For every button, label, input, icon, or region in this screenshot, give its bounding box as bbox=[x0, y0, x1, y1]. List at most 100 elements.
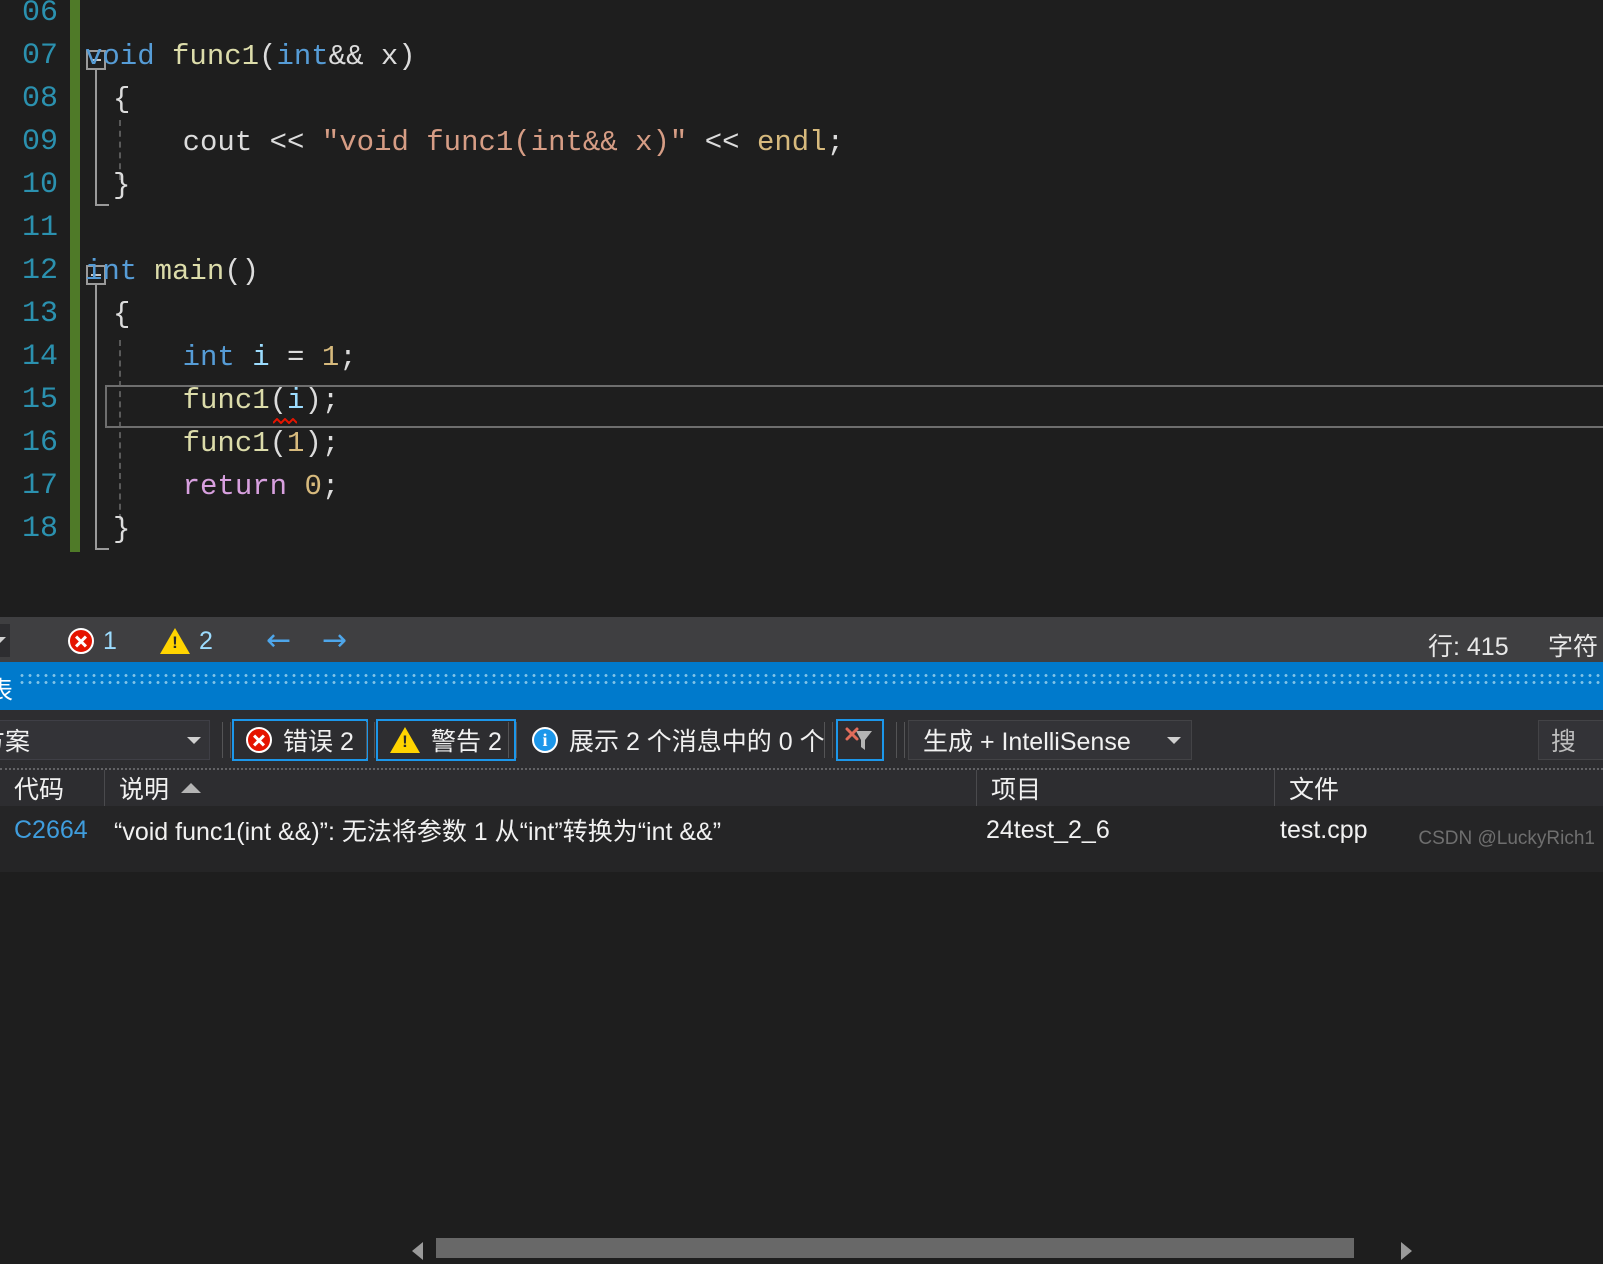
token-identifier: i bbox=[287, 384, 305, 417]
caret-char-indicator: 字符 bbox=[1548, 633, 1599, 661]
token-identifier: endl bbox=[756, 126, 827, 159]
token-keyword: int bbox=[276, 40, 329, 73]
line-number: 16 bbox=[21, 426, 58, 460]
token-punct: ) bbox=[304, 384, 322, 417]
token-operator: = bbox=[269, 341, 322, 374]
messages-filter-label: 展示 2 个消息中的 0 个 bbox=[569, 728, 825, 756]
prev-issue-button[interactable]: ← bbox=[266, 626, 291, 656]
errors-filter-label: 错误 2 bbox=[283, 728, 354, 756]
toolbar-separator bbox=[230, 722, 231, 758]
code-line-18: } bbox=[113, 508, 130, 551]
column-header-description[interactable]: 说明 bbox=[104, 770, 976, 806]
change-indicator-bar bbox=[70, 0, 80, 552]
column-header-description-label: 说明 bbox=[119, 776, 170, 804]
member-dropdown[interactable] bbox=[0, 624, 10, 657]
line-number: 06 bbox=[21, 0, 58, 30]
line-number: 09 bbox=[21, 125, 58, 159]
toolbar-separator bbox=[904, 722, 905, 758]
error-list-toolbar: 决方案 错误 2 警告 2 i 展示 2 个消息中的 0 个 生成 + Inte… bbox=[0, 710, 1603, 768]
error-icon bbox=[246, 727, 272, 753]
status-error-count[interactable]: 1 bbox=[68, 626, 117, 656]
errors-filter-toggle[interactable]: 错误 2 bbox=[232, 719, 368, 761]
search-input[interactable]: 搜 bbox=[1538, 720, 1603, 760]
chevron-down-icon bbox=[1167, 736, 1181, 744]
chevron-down-icon bbox=[187, 736, 201, 744]
line-number: 12 bbox=[21, 254, 58, 288]
token-operator: << bbox=[269, 126, 322, 159]
scrollbar-thumb[interactable] bbox=[436, 1238, 1354, 1258]
warnings-filter-toggle[interactable]: 警告 2 bbox=[376, 719, 516, 761]
toolbar-separator bbox=[896, 722, 897, 758]
toolbar-separator bbox=[222, 722, 223, 758]
scope-dropdown-value: 决方案 bbox=[0, 728, 31, 756]
panel-title-text: 表 bbox=[0, 677, 14, 705]
scope-dropdown[interactable]: 决方案 bbox=[0, 720, 210, 760]
token-punct: ( bbox=[269, 427, 288, 460]
token-keyword: void bbox=[85, 40, 155, 73]
cell-description: “void func1(int &&)”: 无法将参数 1 从“int”转换为“… bbox=[114, 818, 722, 846]
code-line-09: cout << "void func1(int&& x)" << endl; bbox=[113, 121, 844, 164]
token-function: func1 bbox=[182, 427, 270, 460]
token-punct: ; bbox=[321, 427, 340, 460]
build-intellisense-dropdown[interactable]: 生成 + IntelliSense bbox=[908, 720, 1192, 760]
token-number: 1 bbox=[321, 341, 340, 374]
cell-project: 24test_2_6 bbox=[986, 815, 1110, 844]
code-line-08: { bbox=[113, 78, 130, 121]
status-warning-count[interactable]: 2 bbox=[160, 626, 213, 656]
token-keyword: return bbox=[182, 470, 288, 503]
code-line-07: void func1(int&& x) bbox=[85, 35, 416, 78]
token-brace: { bbox=[113, 83, 131, 116]
table-row[interactable]: C2664 “void func1(int &&)”: 无法将参数 1 从“in… bbox=[0, 806, 1603, 872]
code-line-13: { bbox=[113, 293, 130, 336]
token-punct: ( bbox=[259, 40, 277, 73]
toolbar-separator bbox=[832, 722, 833, 758]
scroll-left-arrow-icon[interactable] bbox=[412, 1242, 423, 1260]
panel-drag-grip[interactable] bbox=[18, 672, 1603, 686]
column-header-project[interactable]: 项目 bbox=[976, 770, 1274, 806]
token-number: 1 bbox=[287, 427, 305, 460]
cell-code: C2664 bbox=[14, 815, 88, 844]
token-punct: ; bbox=[321, 384, 340, 417]
horizontal-scrollbar[interactable] bbox=[412, 1238, 1412, 1264]
token-identifier: cout bbox=[113, 126, 270, 159]
info-icon: i bbox=[532, 727, 558, 753]
scroll-right-arrow-icon[interactable] bbox=[1401, 1242, 1412, 1260]
token-keyword: int bbox=[85, 255, 138, 288]
messages-filter-toggle[interactable]: i 展示 2 个消息中的 0 个 bbox=[518, 719, 839, 761]
caret-line-indicator: 行: 415 bbox=[1428, 633, 1509, 661]
code-text-area[interactable]: void func1(int&& x) { cout << "void func… bbox=[85, 0, 1603, 617]
column-header-code[interactable]: 代码 bbox=[0, 770, 104, 806]
clear-filter-button[interactable] bbox=[836, 719, 884, 761]
token-operator: << bbox=[687, 126, 757, 159]
clear-filter-icon bbox=[845, 726, 875, 754]
token-punct: () bbox=[224, 255, 260, 288]
token-function: main bbox=[154, 255, 225, 288]
editor-status-bar: 1 2 ← → 行: 415 字符 bbox=[0, 617, 1603, 1260]
status-warning-count-label: 2 bbox=[199, 626, 213, 655]
toolbar-separator bbox=[366, 722, 367, 758]
token-function: func1 bbox=[172, 40, 260, 73]
line-number: 17 bbox=[21, 469, 58, 503]
token-punct: ) bbox=[304, 427, 322, 460]
next-issue-button[interactable]: → bbox=[322, 626, 347, 656]
column-header-file-label: 文件 bbox=[1289, 776, 1340, 804]
line-number: 14 bbox=[21, 340, 58, 374]
token-punct: ; bbox=[321, 470, 340, 503]
code-line-17: return 0; bbox=[113, 465, 340, 508]
search-placeholder-text: 搜 bbox=[1551, 728, 1577, 756]
token-brace: } bbox=[113, 513, 131, 546]
warning-icon bbox=[390, 727, 420, 753]
error-icon bbox=[68, 628, 94, 654]
column-header-file[interactable]: 文件 bbox=[1274, 770, 1603, 806]
token-function: func1 bbox=[182, 384, 270, 417]
line-number: 11 bbox=[21, 211, 58, 245]
code-editor[interactable]: 06 07 08 09 10 11 12 13 14 15 16 17 18 v… bbox=[0, 0, 1603, 617]
error-list-panel-titlebar[interactable]: 表 bbox=[0, 662, 1603, 710]
